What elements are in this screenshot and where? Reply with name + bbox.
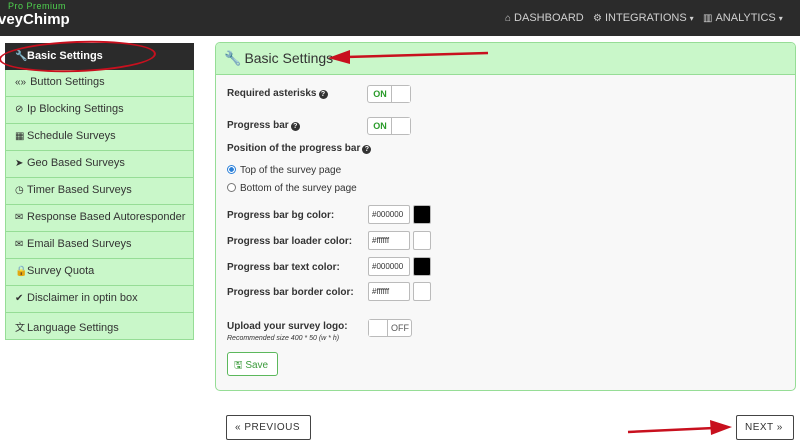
- annotation-arrows: [328, 50, 732, 435]
- arrow-to-panel-title: [328, 50, 489, 64]
- arrow-to-next-button: [627, 420, 732, 435]
